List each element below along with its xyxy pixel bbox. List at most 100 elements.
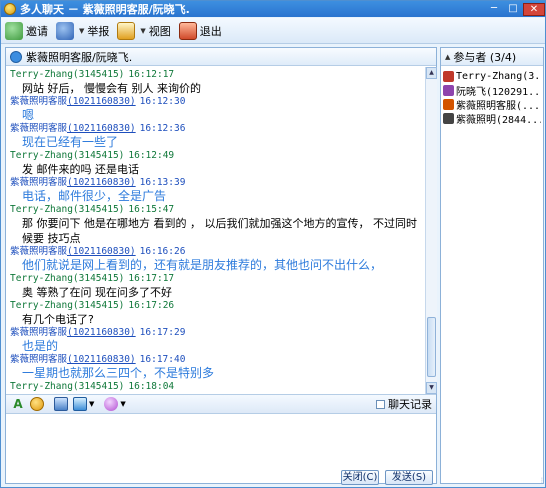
message-time: 16:15:47	[128, 204, 175, 215]
qq-app-icon	[4, 3, 16, 15]
group-chat-window: 多人聊天 － 紫薇照明客服/阮晓飞. ─ □ ✕ 邀请 ▼ 举报 ▼ 视图 退出	[0, 0, 546, 488]
report-label: 举报	[87, 24, 110, 38]
message-time: 16:12:36	[139, 123, 186, 134]
report-dropdown-icon[interactable]: ▼	[79, 27, 84, 35]
exit-icon	[178, 21, 197, 40]
message-header: Terry-Zhang(3145415) 16:18:04	[10, 381, 421, 393]
participant-name: 紫薇照明客服(...	[456, 100, 541, 112]
participant-item[interactable]: 紫薇照明(2844...	[443, 111, 541, 125]
window-controls: ─ □ ✕	[484, 2, 545, 16]
message-time: 16:12:49	[128, 150, 175, 161]
message-sender: Terry-Zhang(3145415)	[10, 69, 125, 80]
message-sender: 紫薇照明客服	[10, 327, 68, 338]
chat-header: 紫薇照明客服/阮晓飞.	[6, 48, 436, 66]
participant-name: Terry-Zhang(3...	[456, 70, 541, 82]
message-time: 16:12:17	[128, 69, 175, 80]
message-item: 紫薇照明客服(1021160830) 16:13:39 电话，邮件很少，全是广告	[10, 177, 421, 204]
close-button[interactable]: 关闭(C)	[341, 470, 379, 485]
participant-name: 紫薇照明(2844...	[456, 114, 541, 126]
chat-history-button[interactable]: 聊天记录	[376, 396, 432, 412]
message-sender: 紫薇照明客服	[10, 96, 68, 107]
collapse-icon[interactable]: ▲	[445, 53, 450, 61]
window-title: 多人聊天 － 紫薇照明客服/阮晓飞.	[20, 3, 190, 16]
chat-panel: 紫薇照明客服/阮晓飞. Terry-Zhang(3145415) 16:12:17…	[5, 47, 437, 484]
message-text: 奥 等熟了在问 现在问多了不好	[22, 286, 172, 299]
message-item: 紫薇照明客服(1021160830) 16:12:30 嗯	[10, 96, 421, 123]
participant-item[interactable]: Terry-Zhang(3...	[443, 69, 541, 83]
magic-dropdown-icon[interactable]: ▼	[120, 400, 125, 408]
message-item: Terry-Zhang(3145415) 16:17:26 有几个电话了?	[10, 300, 421, 327]
exit-label: 退出	[199, 24, 222, 38]
message-time: 16:17:40	[139, 354, 186, 365]
message-item: Terry-Zhang(3145415)16:18:04那 很不错了 继续努力	[10, 381, 421, 394]
title-bar[interactable]: 多人聊天 － 紫薇照明客服/阮晓飞. ─ □ ✕	[1, 1, 545, 17]
message-sender: 紫薇照明客服	[10, 354, 68, 365]
avatar-icon	[443, 70, 454, 82]
message-header: 紫薇照明客服(1021160830) 16:16:26	[10, 246, 421, 258]
invite-button[interactable]: 邀请	[5, 20, 48, 42]
invite-label: 邀请	[26, 24, 48, 38]
message-header: Terry-Zhang(3145415) 16:15:47	[10, 204, 421, 216]
message-text: 现在已经有一些了	[22, 135, 119, 149]
view-label: 视图	[148, 24, 171, 38]
participants-panel: ▲ 参与者 (3/4) Terry-Zhang(3... 阮晓飞(120291..…	[440, 47, 544, 484]
message-text: 嗯	[22, 108, 35, 122]
message-scrollbar[interactable]: ▲ ▼	[425, 67, 437, 394]
message-text: 也是的	[22, 339, 59, 353]
message-sender-id-link[interactable]: (1021160830)	[67, 123, 136, 134]
message-sender-id-link[interactable]: (1021160830)	[67, 177, 136, 188]
screenshot-icon[interactable]	[73, 397, 87, 411]
magic-icon[interactable]	[104, 397, 119, 411]
message-sender-id-link[interactable]: (1021160830)	[67, 246, 136, 257]
image-icon[interactable]	[54, 397, 68, 411]
chat-group-icon	[10, 50, 22, 63]
message-text: 有几个电话了?	[22, 313, 94, 326]
avatar-icon	[443, 112, 454, 124]
scroll-up-icon[interactable]: ▲	[426, 67, 437, 79]
message-history[interactable]: Terry-Zhang(3145415) 16:12:17 网站 好后， 慢慢会有 …	[6, 67, 425, 394]
message-time: 16:12:30	[139, 96, 186, 107]
close-icon[interactable]: ✕	[523, 2, 545, 16]
message-text: 他们就说是网上看到的，还有就是朋友推荐的，其他也问不出什么，	[22, 258, 383, 272]
participant-item[interactable]: 紫薇照明客服(...	[443, 97, 541, 111]
message-header: 紫薇照明客服(1021160830) 16:13:39	[10, 177, 421, 189]
message-sender: Terry-Zhang(3145415)	[10, 204, 125, 215]
send-button[interactable]: 发送(S)	[385, 470, 433, 485]
message-time: 16:16:26	[139, 246, 186, 257]
action-bar: 关闭(C) 发送(S)	[1, 467, 437, 487]
chat-history-icon	[376, 399, 385, 409]
message-sender-id-link[interactable]: (1021160830)	[67, 96, 136, 107]
participants-list: Terry-Zhang(3... 阮晓飞(120291... 紫薇照明客服(... 紫…	[441, 66, 543, 128]
message-header: Terry-Zhang(3145415) 16:12:17	[10, 69, 421, 81]
view-button[interactable]: ▼ 视图	[117, 20, 171, 42]
view-dropdown-icon[interactable]: ▼	[140, 27, 145, 35]
message-time: 16:17:26	[128, 300, 175, 311]
message-sender: Terry-Zhang(3145415)	[10, 300, 125, 311]
participants-header[interactable]: ▲ 参与者 (3/4)	[441, 48, 543, 66]
chat-header-title: 紫薇照明客服/阮晓飞.	[26, 50, 133, 64]
screenshot-dropdown-icon[interactable]: ▼	[89, 400, 94, 408]
emoji-icon[interactable]	[30, 397, 44, 411]
message-sender: 紫薇照明客服	[10, 177, 68, 188]
message-sender: Terry-Zhang(3145415)	[10, 150, 125, 161]
exit-button[interactable]: 退出	[178, 20, 222, 42]
message-item: 紫薇照明客服(1021160830) 16:17:40 一星期也就那么三四个，不是特…	[10, 354, 421, 381]
scroll-thumb[interactable]	[427, 317, 436, 377]
font-icon[interactable]: A	[11, 397, 25, 411]
message-item: Terry-Zhang(3145415) 16:12:17 网站 好后， 慢慢会有 …	[10, 69, 421, 96]
message-sender-id-link[interactable]: (1021160830)	[67, 354, 136, 365]
avatar-icon	[443, 98, 454, 110]
report-button[interactable]: ▼ 举报	[56, 20, 109, 42]
message-sender: 紫薇照明客服	[10, 123, 68, 134]
scroll-down-icon[interactable]: ▼	[426, 382, 437, 394]
resize-grip-icon[interactable]: ⋮	[539, 477, 545, 487]
minimize-icon[interactable]: ─	[485, 3, 503, 16]
message-header: 紫薇照明客服(1021160830) 16:17:29	[10, 327, 421, 339]
message-item: 紫薇照明客服(1021160830) 16:16:26 他们就说是网上看到的，还有就…	[10, 246, 421, 273]
maximize-icon[interactable]: □	[504, 3, 522, 16]
message-text: 一星期也就那么三四个，不是特别多	[22, 366, 215, 380]
participant-item[interactable]: 阮晓飞(120291...	[443, 83, 541, 97]
invite-icon	[5, 21, 23, 40]
message-header: 紫薇照明客服(1021160830) 16:12:36	[10, 123, 421, 135]
message-sender-id-link[interactable]: (1021160830)	[67, 327, 136, 338]
